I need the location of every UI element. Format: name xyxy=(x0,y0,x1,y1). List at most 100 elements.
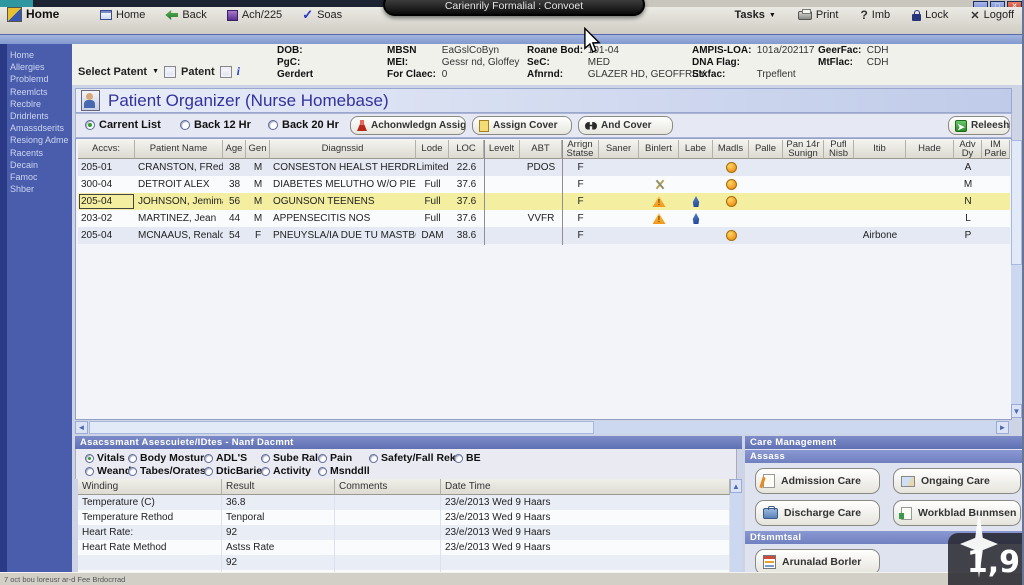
radio-icon[interactable] xyxy=(261,454,270,463)
info-icon[interactable]: i xyxy=(237,64,240,79)
sidebar-item-amassdserits[interactable]: Amassdserits xyxy=(0,122,72,134)
refresh-button[interactable]: ➤Releesh xyxy=(948,116,1010,135)
table-row[interactable]: 300-04DETROIT ALEX38MDIABETES MELUTHO W/… xyxy=(78,176,1010,193)
radio-icon[interactable] xyxy=(318,454,327,463)
radio-icon[interactable] xyxy=(454,454,463,463)
column-header-hade[interactable]: Hade xyxy=(906,140,954,159)
sidebar-item-shber[interactable]: Shber xyxy=(0,183,72,195)
sidebar-item-reemlcts[interactable]: Reemlcts xyxy=(0,86,72,98)
column-header-patient-name[interactable]: Patient Name xyxy=(135,140,223,159)
and-cover-button[interactable]: And Cover xyxy=(578,116,673,135)
scroll-up-arrow-icon[interactable]: ▲ xyxy=(730,479,742,493)
column-header-loc[interactable]: LOC xyxy=(449,140,484,159)
sidebar-item-racents[interactable]: Racents xyxy=(0,147,72,159)
radio-icon[interactable] xyxy=(204,454,213,463)
vitals-column-result[interactable]: Result xyxy=(222,479,335,495)
radio-icon[interactable] xyxy=(128,454,137,463)
toolbar-home-button[interactable]: Home xyxy=(100,9,145,21)
toolbar-tasks-button[interactable]: Tasks▼ xyxy=(735,9,776,21)
scroll-left-arrow-icon[interactable]: ◄ xyxy=(75,421,88,434)
radio-icon[interactable] xyxy=(261,467,270,476)
column-header-adv-dy[interactable]: Adv Dy xyxy=(954,140,982,159)
admission-care-button[interactable]: Admission Care xyxy=(755,468,880,494)
radio-icon[interactable] xyxy=(369,454,378,463)
column-header-saner[interactable]: Saner xyxy=(599,140,639,159)
vitals-row[interactable]: 92 xyxy=(78,555,730,570)
column-header-arrign-statse[interactable]: Arrign Statse xyxy=(562,140,599,159)
assessment-radio-body-mosture[interactable]: Body Mosture xyxy=(128,452,210,464)
column-header-binlert[interactable]: Binlert xyxy=(639,140,679,159)
radio-icon[interactable] xyxy=(204,467,213,476)
sidebar-item-decain[interactable]: Decain xyxy=(0,159,72,171)
scroll-down-arrow-icon[interactable]: ▼ xyxy=(1011,404,1022,418)
column-header-madls[interactable]: Madls xyxy=(713,140,749,159)
toolbar-imb-button[interactable]: ?Imb xyxy=(860,8,890,22)
vitals-column-comments[interactable]: Comments xyxy=(335,479,441,495)
column-header-abt[interactable]: ABT xyxy=(520,140,562,159)
column-header-im-parle[interactable]: IM Parle xyxy=(982,140,1010,159)
column-header-labe[interactable]: Labe xyxy=(679,140,713,159)
assessment-radio-adl-s[interactable]: ADL'S xyxy=(204,452,247,464)
table-row[interactable]: 205-04MCNAAUS, Renalo54FPNEUYSLA/IA DUE … xyxy=(78,227,1010,244)
assessment-radio-vitals[interactable]: Vitals xyxy=(85,452,125,464)
radio-icon[interactable] xyxy=(85,120,95,130)
column-header-palle[interactable]: Palle xyxy=(749,140,783,159)
radio-icon[interactable] xyxy=(128,467,137,476)
vitals-column-date-time[interactable]: Date Time xyxy=(441,479,730,495)
patient-button[interactable]: Patent xyxy=(181,66,215,78)
assessment-radio-activity[interactable]: Activity xyxy=(261,465,311,477)
scroll-right-arrow-icon[interactable]: ► xyxy=(996,421,1009,434)
column-header-gen[interactable]: Gen xyxy=(246,140,270,159)
radio-icon[interactable] xyxy=(180,120,190,130)
toolbar-soas-button[interactable]: ✓Soas xyxy=(302,9,342,21)
column-header-itib[interactable]: Itib xyxy=(854,140,906,159)
radio-icon[interactable] xyxy=(318,467,327,476)
table-row[interactable]: 203-02MARTINEZ, Jean44MAPPENSECITIS NOSF… xyxy=(78,210,1010,227)
vitals-row[interactable]: Heart Rate MethodAstss Rate23/e/2013 Wed… xyxy=(78,540,730,555)
assessment-radio-pain[interactable]: Pain xyxy=(318,452,352,464)
table-row[interactable]: 205-01CRANSTON, FRed38MCONSESTON HEALST … xyxy=(78,159,1010,176)
workblad-bunmsen-button[interactable]: Workblad Bunmsen xyxy=(893,500,1021,526)
toolbar-print-button[interactable]: Print xyxy=(798,9,839,21)
sidebar-item-recblre[interactable]: Recblre xyxy=(0,98,72,110)
column-header-diagnssid[interactable]: Diagnssid xyxy=(270,140,416,159)
column-header-accvs[interactable]: Accvs: xyxy=(78,140,135,159)
discharge-care-button[interactable]: Discharge Care xyxy=(755,500,880,526)
sidebar-item-allergies[interactable]: Allergies xyxy=(0,61,72,73)
assign-cover-button[interactable]: Assign Cover xyxy=(472,116,572,135)
grid-vscroll-thumb[interactable] xyxy=(1011,140,1022,265)
assessment-radio-safety-fall-rek[interactable]: Safety/Fall Rek xyxy=(369,452,456,464)
toolbar-lock-button[interactable]: Lock xyxy=(912,9,948,21)
sidebar-item-resiong-adme[interactable]: Resiong Adme xyxy=(0,134,72,146)
vitals-row[interactable]: Temperature (C)36.823/e/2013 Wed 9 Haars xyxy=(78,495,730,510)
vitals-column-winding[interactable]: Winding xyxy=(78,479,222,495)
sidebar-item-home[interactable]: Home xyxy=(0,49,72,61)
radio-icon[interactable] xyxy=(85,454,94,463)
list-filter-radio-back-20-hr[interactable]: Back 20 Hr xyxy=(268,119,339,131)
sidebar-item-problemd[interactable]: Problemd xyxy=(0,73,72,85)
patient-list-icon[interactable] xyxy=(164,66,176,78)
sidebar-item-dridrlents[interactable]: Dridrlents xyxy=(0,110,72,122)
toolbar-back-button[interactable]: Back xyxy=(165,9,206,21)
achonwledgn-assigo-button[interactable]: Achonwledgn Assigo xyxy=(350,116,466,135)
list-filter-radio-back-12-hr[interactable]: Back 12 Hr xyxy=(180,119,251,131)
list-filter-radio-carrent-list[interactable]: Carrent List xyxy=(85,119,161,131)
vitals-row[interactable]: Temperature RethodTenporal23/e/2013 Wed … xyxy=(78,510,730,525)
toolbar-logoff-button[interactable]: ✕Logoff xyxy=(970,9,1014,22)
assessment-radio-be[interactable]: BE xyxy=(454,452,481,464)
vitals-row[interactable]: Heart Rate:9223/e/2013 Wed 9 Haars xyxy=(78,525,730,540)
grid-hscroll-thumb[interactable] xyxy=(89,421,594,434)
radio-icon[interactable] xyxy=(85,467,94,476)
assessment-radio-weand[interactable]: Weand xyxy=(85,465,131,477)
column-header-pan-14r-sunign[interactable]: Pan 14r Sunign xyxy=(783,140,824,159)
column-header-pufl-nisb[interactable]: Pufl Nisb xyxy=(824,140,854,159)
ongaing-care-button[interactable]: Ongaing Care xyxy=(893,468,1021,494)
column-header-age[interactable]: Age xyxy=(223,140,246,159)
assessment-radio-tabes-orates[interactable]: Tabes/Orates xyxy=(128,465,206,477)
assessment-radio-sube-rals[interactable]: Sube Rals xyxy=(261,452,324,464)
toolbar-ach-225-button[interactable]: Ach/225 xyxy=(227,9,282,21)
select-patient-dropdown[interactable]: Select Patent ▼ Patent i xyxy=(78,64,240,79)
table-row[interactable]: 205-04JOHNSON, Jemimah56MOGUNSON TEENENS… xyxy=(78,193,1010,210)
patient-chart-icon[interactable] xyxy=(220,66,232,78)
column-header-levelt[interactable]: Levelt xyxy=(484,140,520,159)
